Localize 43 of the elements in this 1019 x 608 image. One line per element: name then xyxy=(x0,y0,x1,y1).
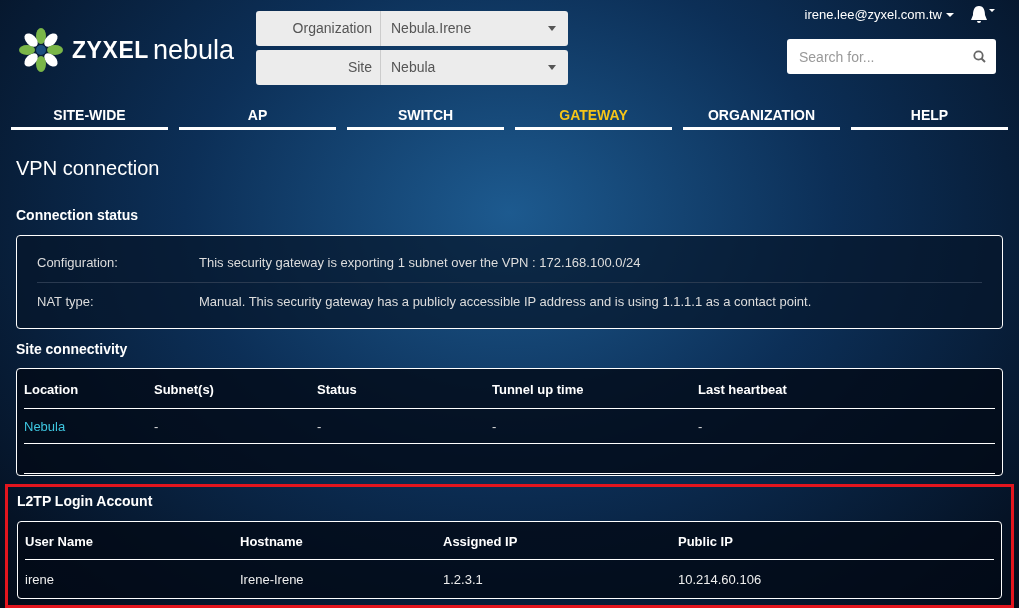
nav-tab[interactable]: SWITCH xyxy=(347,103,504,130)
column-header: Last heartbeat xyxy=(698,381,787,397)
search-field[interactable]: Search for... xyxy=(787,39,996,74)
section-title: L2TP Login Account xyxy=(17,492,154,511)
column-header: Location xyxy=(24,381,79,397)
nav-tab[interactable]: ORGANIZATION xyxy=(683,103,840,130)
column-header: Tunnel up time xyxy=(492,381,584,397)
bell-icon[interactable] xyxy=(970,5,996,25)
nav-tab[interactable]: SITE-WIDE xyxy=(11,103,168,130)
section-title: Connection status xyxy=(16,206,140,225)
field-value: Manual. This security gateway has a publicly accessible IP address and is using 1.1.1.1 as a contact point. xyxy=(199,292,812,311)
user-menu[interactable]: irene.lee@zyxel.com.tw xyxy=(804,5,954,25)
brand-name: ZYXEL xyxy=(72,35,149,65)
nav-tab[interactable]: AP xyxy=(179,103,336,130)
table-cell: - xyxy=(492,419,497,434)
field-label: Configuration: xyxy=(37,254,119,273)
section-title: Site connectivity xyxy=(16,340,129,359)
nav-tab[interactable]: GATEWAY xyxy=(515,103,672,130)
column-header: User Name xyxy=(25,533,93,549)
page-title: VPN connection xyxy=(16,156,161,181)
column-header: Public IP xyxy=(678,533,733,549)
table-cell: 1.2.3.1 xyxy=(443,572,483,587)
nav-tab[interactable]: HELP xyxy=(851,103,1008,130)
column-header: Subnet(s) xyxy=(154,381,214,397)
table-cell: - xyxy=(317,419,322,434)
table-cell: - xyxy=(154,419,159,434)
column-header: Hostname xyxy=(240,533,303,549)
field-label: NAT type: xyxy=(37,292,95,311)
selector-dropdown[interactable]: Organization Nebula.Irene xyxy=(256,11,568,46)
column-header: Assigned IP xyxy=(443,533,518,549)
column-header: Status xyxy=(317,381,357,397)
caret-icon xyxy=(548,65,556,70)
search-icon xyxy=(973,50,986,63)
selector-dropdown[interactable]: Site Nebula xyxy=(256,50,568,85)
table-cell: irene xyxy=(25,572,54,587)
caret-icon xyxy=(548,26,556,31)
logo-icon xyxy=(18,27,64,73)
table-cell: 10.214.60.106 xyxy=(678,572,762,587)
location-link[interactable]: Nebula xyxy=(24,419,66,434)
table-cell: Irene-Irene xyxy=(240,572,304,587)
product-name: nebula xyxy=(153,33,235,67)
field-value: This security gateway is exporting 1 subnet over the VPN : 172.168.100.0/24 xyxy=(199,254,641,273)
table-cell: - xyxy=(698,419,703,434)
